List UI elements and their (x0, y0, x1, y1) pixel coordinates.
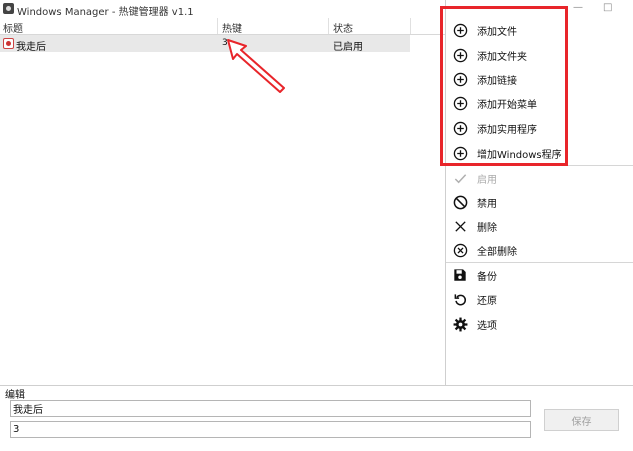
plus-circle-icon (452, 71, 468, 87)
hotkey-input[interactable] (10, 421, 531, 438)
plus-circle-icon (452, 95, 468, 111)
x-circle-icon (452, 242, 468, 258)
column-header-hotkey[interactable]: 热键 (222, 20, 242, 35)
menu-item-label: 备份 (477, 272, 497, 283)
menu-item-label: 禁用 (477, 199, 497, 210)
plus-circle-icon (452, 145, 468, 161)
menu-item-label: 添加文件夹 (477, 52, 527, 63)
menu-item-label: 添加实用程序 (477, 125, 537, 136)
column-separator[interactable] (328, 18, 329, 34)
menu-item-disable[interactable]: 禁用 (446, 190, 633, 214)
menu-item-label: 启用 (477, 175, 497, 186)
column-separator[interactable] (410, 18, 411, 34)
menu-item-label: 添加文件 (477, 27, 517, 38)
menu-item-backup[interactable]: 备份 (446, 263, 633, 287)
menu-item-add-utility[interactable]: 添加实用程序 (446, 116, 633, 140)
edit-divider (0, 385, 633, 386)
menu-item-delete[interactable]: 删除 (446, 214, 633, 238)
menu-item-add-file[interactable]: 添加文件 (446, 18, 633, 42)
menu-item-label: 选项 (477, 321, 497, 332)
ban-icon (452, 194, 468, 210)
app-icon (3, 3, 14, 14)
table-row[interactable]: 我走后 3 已启用 (0, 35, 410, 53)
minimize-button[interactable]: — (573, 2, 583, 13)
column-header-title[interactable]: 标题 (3, 20, 23, 35)
menu-item-add-link[interactable]: 添加链接 (446, 67, 633, 91)
menu-item-delete-all[interactable]: 全部删除 (446, 238, 633, 262)
menu-item-label: 全部删除 (477, 247, 517, 258)
check-icon (452, 170, 468, 186)
title-bar: Windows Manager - 热键管理器 v1.1 — □ (0, 0, 633, 18)
menu-item-label: 还原 (477, 296, 497, 307)
menu-item-add-start-menu[interactable]: 添加开始菜单 (446, 91, 633, 115)
gear-icon (452, 316, 468, 332)
column-separator[interactable] (217, 18, 218, 34)
menu-item-label: 删除 (477, 223, 497, 234)
record-icon (3, 38, 14, 49)
table-header: 标题 热键 状态 (0, 18, 445, 35)
menu-item-enable[interactable]: 启用 (446, 166, 633, 190)
maximize-button[interactable]: □ (603, 2, 612, 13)
restore-icon (452, 291, 468, 307)
plus-circle-icon (452, 47, 468, 63)
plus-circle-icon (452, 22, 468, 38)
window-title: Windows Manager - 热键管理器 v1.1 (17, 7, 194, 18)
menu-item-add-folder[interactable]: 添加文件夹 (446, 43, 633, 67)
menu-item-add-windows-program[interactable]: 增加Windows程序 (446, 141, 633, 165)
row-status: 已启用 (333, 42, 363, 53)
menu-item-label: 添加链接 (477, 76, 517, 87)
title-input[interactable] (10, 400, 531, 417)
save-button[interactable]: 保存 (544, 409, 619, 431)
x-icon (452, 218, 468, 234)
menu-item-restore[interactable]: 还原 (446, 287, 633, 311)
menu-item-options[interactable]: 选项 (446, 312, 633, 336)
column-header-status[interactable]: 状态 (333, 20, 353, 35)
annotation-arrow-icon (227, 39, 285, 93)
edit-section-label: 编辑 (5, 390, 25, 401)
row-title: 我走后 (16, 42, 46, 53)
menu-item-label: 增加Windows程序 (477, 150, 562, 161)
plus-circle-icon (452, 120, 468, 136)
save-icon (452, 267, 468, 283)
menu-item-label: 添加开始菜单 (477, 100, 537, 111)
